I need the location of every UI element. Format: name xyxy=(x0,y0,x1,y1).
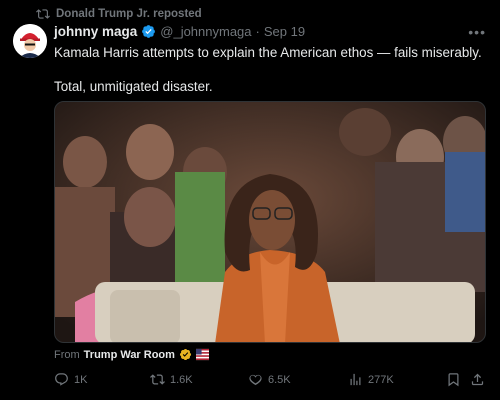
share-button[interactable] xyxy=(470,372,485,387)
avatar[interactable] xyxy=(13,24,47,58)
flag-icon xyxy=(195,348,209,361)
tweet-actions: 1K 1.6K 6.5K 277K xyxy=(54,372,486,392)
views-icon xyxy=(350,373,361,386)
tweet-header: johnny maga @_johnnymaga · Sep 19 xyxy=(54,24,305,39)
repost-label: Donald Trump Jr. reposted xyxy=(56,8,202,20)
tweet-text: Kamala Harris attempts to explain the Am… xyxy=(54,44,486,95)
more-icon[interactable]: ••• xyxy=(468,24,486,40)
share-icon xyxy=(471,373,484,386)
avatar-image xyxy=(13,24,47,58)
video-frame xyxy=(55,102,485,342)
tweet-text-line: Kamala Harris attempts to explain the Am… xyxy=(54,45,482,60)
repost-icon xyxy=(150,374,165,385)
repost-button[interactable]: 1.6K xyxy=(150,372,193,387)
views-button[interactable]: 277K xyxy=(348,372,394,387)
verified-badge-icon xyxy=(142,25,156,38)
like-icon xyxy=(249,374,262,386)
reply-count: 1K xyxy=(74,373,88,386)
header-separator: · xyxy=(255,24,260,39)
source-account-name[interactable]: Trump War Room xyxy=(84,349,175,361)
view-count: 277K xyxy=(368,373,394,386)
author-name[interactable]: johnny maga xyxy=(54,24,137,39)
bookmark-icon xyxy=(448,373,459,387)
repost-indicator[interactable]: Donald Trump Jr. reposted xyxy=(36,7,202,21)
video-source[interactable]: From Trump War Room xyxy=(54,348,209,361)
video-media[interactable] xyxy=(54,101,486,343)
like-button[interactable]: 6.5K xyxy=(248,372,291,387)
reply-button[interactable]: 1K xyxy=(54,372,87,387)
repost-count: 1.6K xyxy=(170,373,193,386)
source-prefix: From xyxy=(54,348,80,361)
reply-icon xyxy=(55,373,68,386)
author-handle[interactable]: @_johnnymaga xyxy=(160,24,251,39)
tweet-text-line: Total, unmitigated disaster. xyxy=(54,79,213,94)
verified-badge-icon xyxy=(179,348,191,361)
repost-icon xyxy=(36,9,50,19)
tweet-date[interactable]: Sep 19 xyxy=(264,24,305,39)
bookmark-button[interactable] xyxy=(446,372,461,387)
like-count: 6.5K xyxy=(268,373,291,386)
